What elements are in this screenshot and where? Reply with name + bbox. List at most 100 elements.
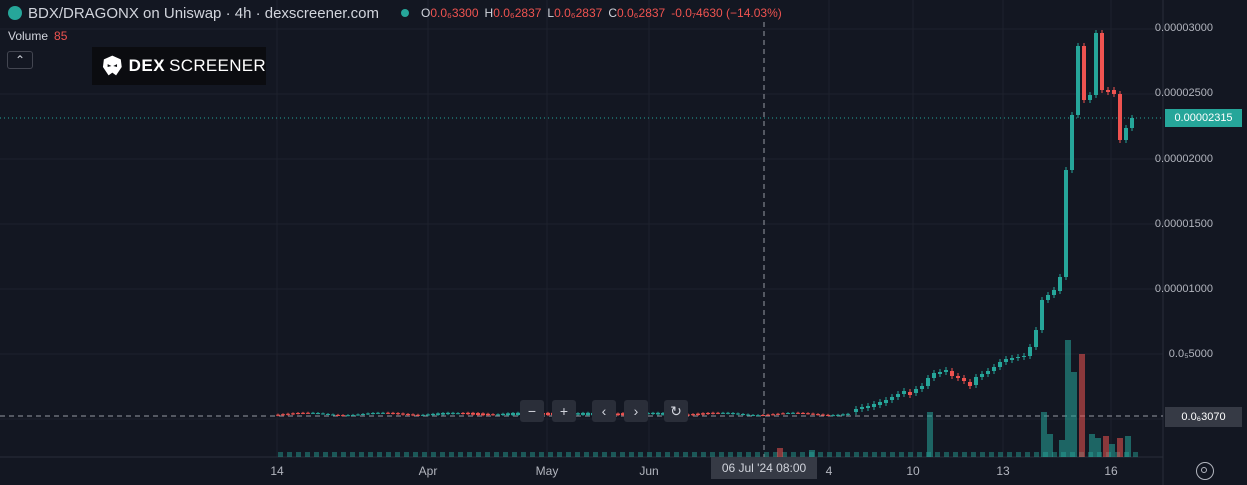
volume-bar [611,452,616,457]
candle-body [466,412,470,415]
candle-body [391,412,395,414]
dexscreener-logo-icon [102,55,122,76]
time-axis-label: 10 [906,464,920,478]
volume-bar [989,452,994,457]
reset-chart-button[interactable]: ↻ [664,400,688,422]
candle-body [416,414,420,416]
candle-body [481,413,485,416]
price-axis-label: 0.0₅5000 [1168,348,1213,360]
candle-body [841,414,845,416]
candle-body [496,414,500,416]
volume-bar [575,452,580,457]
candle-body [980,374,984,377]
candle-body [1010,358,1014,360]
candle-body [366,413,370,415]
volume-bar [1041,412,1047,457]
volume-legend: Volume 85 [8,29,68,43]
candle-body [791,412,795,414]
candle-body [962,378,966,381]
candle-body [711,412,715,414]
candle-body [771,414,775,416]
candle-body [441,412,445,415]
candle-body [776,413,780,415]
volume-bar [1117,438,1123,457]
volume-bar [530,452,535,457]
candle-body [926,378,930,386]
volume-bar [476,452,481,457]
scroll-right-button[interactable]: › [624,400,648,422]
volume-bar [980,452,985,457]
zoom-in-button[interactable]: + [552,400,576,422]
volume-bar [674,452,679,457]
settings-gear-icon[interactable] [1196,462,1214,480]
candle-body [341,415,345,417]
volume-bar [1034,452,1039,457]
candle-body [836,414,840,416]
volume-bar [368,452,373,457]
time-axis-label: 4 [825,464,833,478]
candle-body [811,413,815,415]
candle-body [491,414,495,416]
candle-body [786,413,790,415]
candle-body [751,414,755,416]
candle-body [1016,357,1020,358]
candle-body [1124,128,1128,140]
candle-body [950,371,954,376]
volume-bar [467,452,472,457]
candle-body [381,412,385,414]
volume-bar [647,452,652,457]
volume-bar [935,452,940,457]
time-axis-label: 14 [270,464,284,478]
volume-bar [953,452,958,457]
volume-bar [692,452,697,457]
dexscreener-watermark: DEX SCREENER [92,47,266,85]
ohlc-readout: O0.0₆3300 H0.0₆2837 L0.0₆2837 C0.0₆2837 … [420,6,782,20]
candle-body [872,404,876,407]
zoom-out-button[interactable]: − [520,400,544,422]
candle-body [920,386,924,389]
volume-bar [1103,436,1109,457]
candle-body [1076,46,1080,115]
candle-body [854,409,858,412]
volume-bar [449,452,454,457]
candle-body [376,412,380,414]
volume-bar [386,452,391,457]
candle-body [826,414,830,416]
collapse-chevron-icon[interactable]: ⌃ [7,51,33,69]
candle-body [932,373,936,378]
time-axis-label: May [535,464,559,478]
chart-header: BDX/DRAGONX on Uniswap · 4h · dexscreene… [8,4,782,22]
candle-body [316,413,320,415]
candle-body [726,412,730,414]
candle-body [746,414,750,416]
candle-body [401,413,405,415]
candle-body [831,415,835,417]
candle-body [276,414,280,416]
volume-bar [656,452,661,457]
price-axis-label: 0.00001000 [1154,283,1213,295]
candle-body [301,412,305,414]
candle-body [311,412,315,414]
volume-bar [1025,452,1030,457]
candle-body [914,389,918,393]
volume-bar [908,452,913,457]
volume-bar [777,448,783,457]
candle-body [736,413,740,415]
current-price-tag: 0.00002315 [1165,109,1242,127]
candle-body [992,367,996,371]
volume-bar [1095,438,1101,457]
candle-body [1082,46,1086,100]
candle-body [890,397,894,400]
candle-body [1034,330,1038,347]
candle-body [846,413,850,415]
candle-body [884,400,888,403]
scroll-left-button[interactable]: ‹ [592,400,616,422]
candle-body [741,414,745,416]
volume-bar [701,452,706,457]
candle-body [1130,118,1134,128]
volume-bar [413,452,418,457]
volume-bar [431,452,436,457]
volume-bar [512,452,517,457]
candle-body [321,413,325,415]
volume-bar [332,452,337,457]
